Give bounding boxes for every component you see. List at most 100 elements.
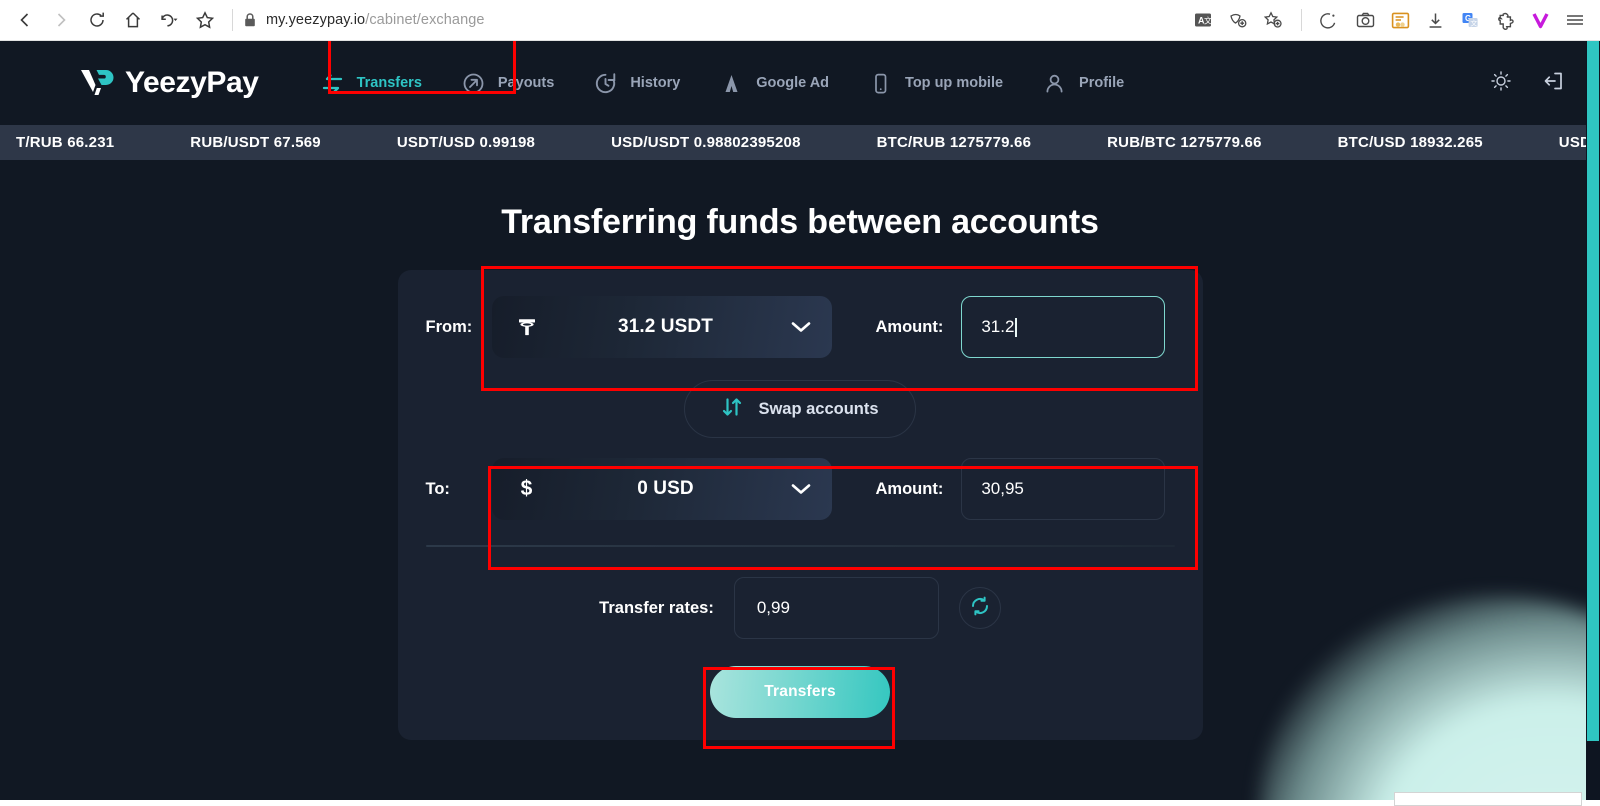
from-account-value: 31.2 USDT — [618, 316, 713, 337]
brand-name: YeezyPay — [125, 66, 259, 99]
from-amount-input[interactable]: 31.2 — [961, 296, 1166, 358]
from-label: From: — [425, 317, 473, 336]
forward-arrow-icon[interactable] — [44, 3, 78, 37]
profile-icon — [1043, 72, 1066, 95]
nav-item-profile[interactable]: Profile — [1023, 60, 1144, 107]
puzzle-extension-icon[interactable] — [1488, 3, 1522, 37]
nav-label-payouts: Payouts — [497, 75, 555, 91]
app-page: YeezyPay Transfers Payouts History Googl… — [0, 41, 1600, 806]
google-ads-icon — [720, 72, 743, 95]
address-bar[interactable]: my.yeezypay.io/cabinet/exchange — [243, 12, 1186, 28]
toolbar-divider — [232, 9, 233, 31]
to-account-value: 0 USD — [637, 478, 694, 499]
google-translate-icon[interactable]: G文 — [1453, 3, 1487, 37]
reload-icon[interactable] — [80, 3, 114, 37]
ticker-item: USD/USDT 0.98802395208 — [611, 134, 801, 151]
rates-ticker: T/RUB 66.231 RUB/USDT 67.569 USDT/USD 0.… — [0, 125, 1600, 160]
to-row: To: $ 0 USD Amount: 30,95 — [398, 458, 1203, 520]
app-header: YeezyPay Transfers Payouts History Googl… — [0, 41, 1600, 125]
browser-nav-buttons — [0, 3, 222, 37]
to-amount-input[interactable]: 30,95 — [961, 458, 1166, 520]
ticker-track: T/RUB 66.231 RUB/USDT 67.569 USDT/USD 0.… — [0, 134, 1600, 151]
translate-extension-icon[interactable]: A文 — [1186, 3, 1220, 37]
from-amount-value: 31.2 — [981, 317, 1015, 336]
scrollbar-thumb[interactable] — [1587, 41, 1599, 741]
extension-icons: A文 G文 — [1186, 3, 1600, 37]
url-path: /cabinet/exchange — [365, 12, 485, 28]
ticker-item: BTC/RUB 1275779.66 — [876, 134, 1032, 151]
download-icon[interactable] — [1418, 3, 1452, 37]
transfer-rates-value: 0,99 — [756, 598, 790, 617]
nav-item-history[interactable]: History — [574, 60, 700, 107]
transfers-icon — [321, 73, 344, 94]
payouts-icon — [462, 72, 485, 95]
url-text: my.yeezypay.io/cabinet/exchange — [266, 12, 485, 28]
transfer-rates-input[interactable]: 0,99 — [733, 577, 939, 639]
nav-item-transfers[interactable]: Transfers — [301, 61, 442, 106]
back-arrow-icon[interactable] — [8, 3, 42, 37]
to-label: To: — [425, 479, 450, 498]
main-nav: Transfers Payouts History Google Ad Top … — [301, 60, 1145, 107]
ticker-item: RUB/USDT 67.569 — [190, 134, 321, 151]
to-account-select[interactable]: $ 0 USD — [491, 458, 832, 520]
menu-icon[interactable] — [1558, 3, 1592, 37]
swap-row: Swap accounts — [398, 380, 1203, 438]
swap-accounts-label: Swap accounts — [758, 399, 879, 418]
from-amount-label: Amount: — [875, 317, 944, 336]
section-divider — [425, 545, 1175, 547]
padlock-icon — [243, 12, 257, 28]
swap-vertical-icon — [721, 396, 743, 423]
history-dropdown-icon[interactable] — [152, 3, 186, 37]
dark-mode-icon[interactable] — [1313, 3, 1347, 37]
chevron-down-icon — [790, 320, 812, 334]
yeezypay-logo-icon — [80, 68, 114, 98]
browser-toolbar: my.yeezypay.io/cabinet/exchange A文 G文 — [0, 0, 1600, 41]
ticker-item: RUB/BTC 1275779.66 — [1107, 134, 1262, 151]
star-icon[interactable] — [188, 3, 222, 37]
text-cursor — [1015, 317, 1017, 337]
mobile-icon — [869, 72, 892, 95]
nav-label-google-ad: Google Ad — [756, 75, 830, 91]
to-amount-label: Amount: — [875, 479, 944, 498]
transfer-rates-row: Transfer rates: 0,99 — [398, 577, 1203, 639]
add-bookmark-icon[interactable] — [1256, 3, 1290, 37]
main-content: Transferring funds between accounts From… — [0, 203, 1600, 749]
refresh-rates-button[interactable] — [958, 587, 1001, 629]
nav-label-top-up-mobile: Top up mobile — [905, 75, 1004, 91]
home-icon[interactable] — [116, 3, 150, 37]
ticker-item: BTC/USD 18932.265 — [1337, 134, 1483, 151]
brand-logo[interactable]: YeezyPay — [80, 66, 259, 100]
submit-row: Transfers — [398, 666, 1203, 718]
nav-item-payouts[interactable]: Payouts — [442, 60, 574, 107]
transfer-rates-label: Transfer rates: — [599, 598, 714, 617]
extensions-divider — [1301, 9, 1302, 31]
nav-label-history: History — [630, 75, 681, 91]
svg-text:文: 文 — [1204, 15, 1212, 25]
swap-accounts-button[interactable]: Swap accounts — [684, 380, 916, 438]
notes-extension-icon[interactable] — [1383, 3, 1417, 37]
url-host: my.yeezypay.io — [266, 12, 366, 28]
dollar-icon: $ — [520, 477, 533, 500]
svg-text:文: 文 — [1470, 18, 1477, 27]
page-title: Transferring funds between accounts — [501, 203, 1099, 241]
nav-label-profile: Profile — [1079, 75, 1125, 91]
nav-item-top-up-mobile[interactable]: Top up mobile — [849, 60, 1023, 107]
history-icon — [594, 72, 617, 95]
vivaldi-icon[interactable] — [1523, 3, 1557, 37]
ticker-item: USDT/USD 0.99198 — [396, 134, 536, 151]
to-amount-value: 30,95 — [981, 479, 1024, 498]
logout-icon[interactable] — [1542, 70, 1566, 97]
sun-icon[interactable] — [1490, 70, 1512, 97]
transfers-submit-button[interactable]: Transfers — [710, 666, 890, 718]
header-actions — [1490, 70, 1566, 97]
status-popup — [1394, 792, 1582, 806]
nav-label-transfers: Transfers — [356, 75, 422, 91]
page-bottom-edge — [0, 800, 1600, 806]
add-dictionary-icon[interactable] — [1221, 3, 1255, 37]
ticker-item: T/RUB 66.231 — [16, 134, 115, 151]
chevron-down-icon — [790, 482, 812, 496]
from-account-select[interactable]: 31.2 USDT — [491, 296, 832, 358]
transfer-card: From: 31.2 USDT Amount: 31.2 Swap accoun… — [397, 266, 1203, 749]
nav-item-google-ad[interactable]: Google Ad — [700, 60, 849, 107]
screenshot-icon[interactable] — [1348, 3, 1382, 37]
